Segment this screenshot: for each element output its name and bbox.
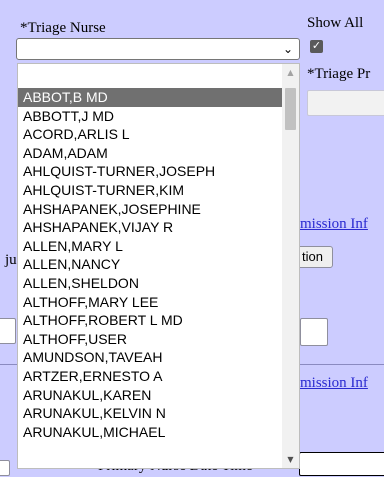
triage-nurse-select[interactable]: ⌄ bbox=[16, 38, 300, 60]
nurse-option[interactable]: ALLEN,SHELDON bbox=[18, 274, 282, 293]
nurse-option[interactable]: ALTHOFF,MARY LEE bbox=[18, 293, 282, 312]
admission-info-link-1[interactable]: mission Inf bbox=[300, 216, 368, 233]
nurse-option[interactable]: AHLQUIST-TURNER,KIM bbox=[18, 181, 282, 200]
nurse-option[interactable]: AHLQUIST-TURNER,JOSEPH bbox=[18, 162, 282, 181]
nurse-option[interactable]: ALLEN,MARY L bbox=[18, 237, 282, 256]
show-all-checkbox[interactable]: ✓ bbox=[310, 40, 323, 53]
dropdown-scrollbar[interactable]: ▲ ▼ bbox=[282, 64, 299, 468]
nurse-option[interactable]: ARUNAKUL,MICHAEL bbox=[18, 423, 282, 442]
show-all-label: Show All bbox=[307, 15, 364, 31]
chevron-down-icon: ⌄ bbox=[282, 42, 293, 56]
scrollbar-thumb[interactable] bbox=[285, 88, 296, 130]
nurse-option[interactable]: AMUNDSON,TAVEAH bbox=[18, 348, 282, 367]
nurse-option[interactable]: ABBOTT,J MD bbox=[18, 107, 282, 126]
nurse-option[interactable]: ALTHOFF,ROBERT L MD bbox=[18, 311, 282, 330]
triage-priority-field[interactable] bbox=[307, 90, 384, 116]
triage-priority-label: *Triage Pr bbox=[307, 66, 371, 82]
action-button-fragment[interactable]: tion bbox=[297, 246, 333, 268]
triage-nurse-dropdown-list[interactable]: ABBOT,B MD ABBOTT,J MD ACORD,ARLIS L ADAM,A… bbox=[17, 63, 300, 469]
nurse-option[interactable]: AHSHAPANEK,VIJAY R bbox=[18, 218, 282, 237]
left-bottom-input-fragment[interactable] bbox=[0, 460, 10, 476]
scroll-down-arrow-icon[interactable]: ▼ bbox=[282, 451, 299, 468]
nurse-option[interactable]: ARUNAKUL,KAREN bbox=[18, 386, 282, 405]
checkmark-icon: ✓ bbox=[311, 40, 322, 52]
right-input-fragment[interactable] bbox=[300, 318, 328, 346]
nurse-option[interactable]: ALTHOFF,USER bbox=[18, 330, 282, 349]
left-text-fragment-ju: ju bbox=[5, 252, 17, 268]
nurse-option[interactable]: ACORD,ARLIS L bbox=[18, 125, 282, 144]
scroll-up-arrow-icon[interactable]: ▲ bbox=[282, 64, 299, 81]
admission-info-link-2[interactable]: mission Inf bbox=[300, 375, 368, 392]
nurse-option[interactable]: ARTZER,ERNESTO A bbox=[18, 367, 282, 386]
left-input-fragment[interactable] bbox=[0, 318, 16, 344]
nurse-option[interactable]: AHSHAPANEK,JOSEPHINE bbox=[18, 200, 282, 219]
nurse-option[interactable]: ALLEN,NANCY bbox=[18, 255, 282, 274]
primary-nurse-datetime-input[interactable] bbox=[299, 452, 384, 476]
nurse-option[interactable]: ADAM,ADAM bbox=[18, 144, 282, 163]
triage-nurse-label: *Triage Nurse bbox=[20, 20, 106, 36]
nurse-option[interactable]: ABBOT,B MD bbox=[18, 88, 282, 107]
nurse-options: ABBOT,B MD ABBOTT,J MD ACORD,ARLIS L ADAM,A… bbox=[18, 64, 282, 441]
nurse-option[interactable]: ARUNAKUL,KELVIN N bbox=[18, 404, 282, 423]
